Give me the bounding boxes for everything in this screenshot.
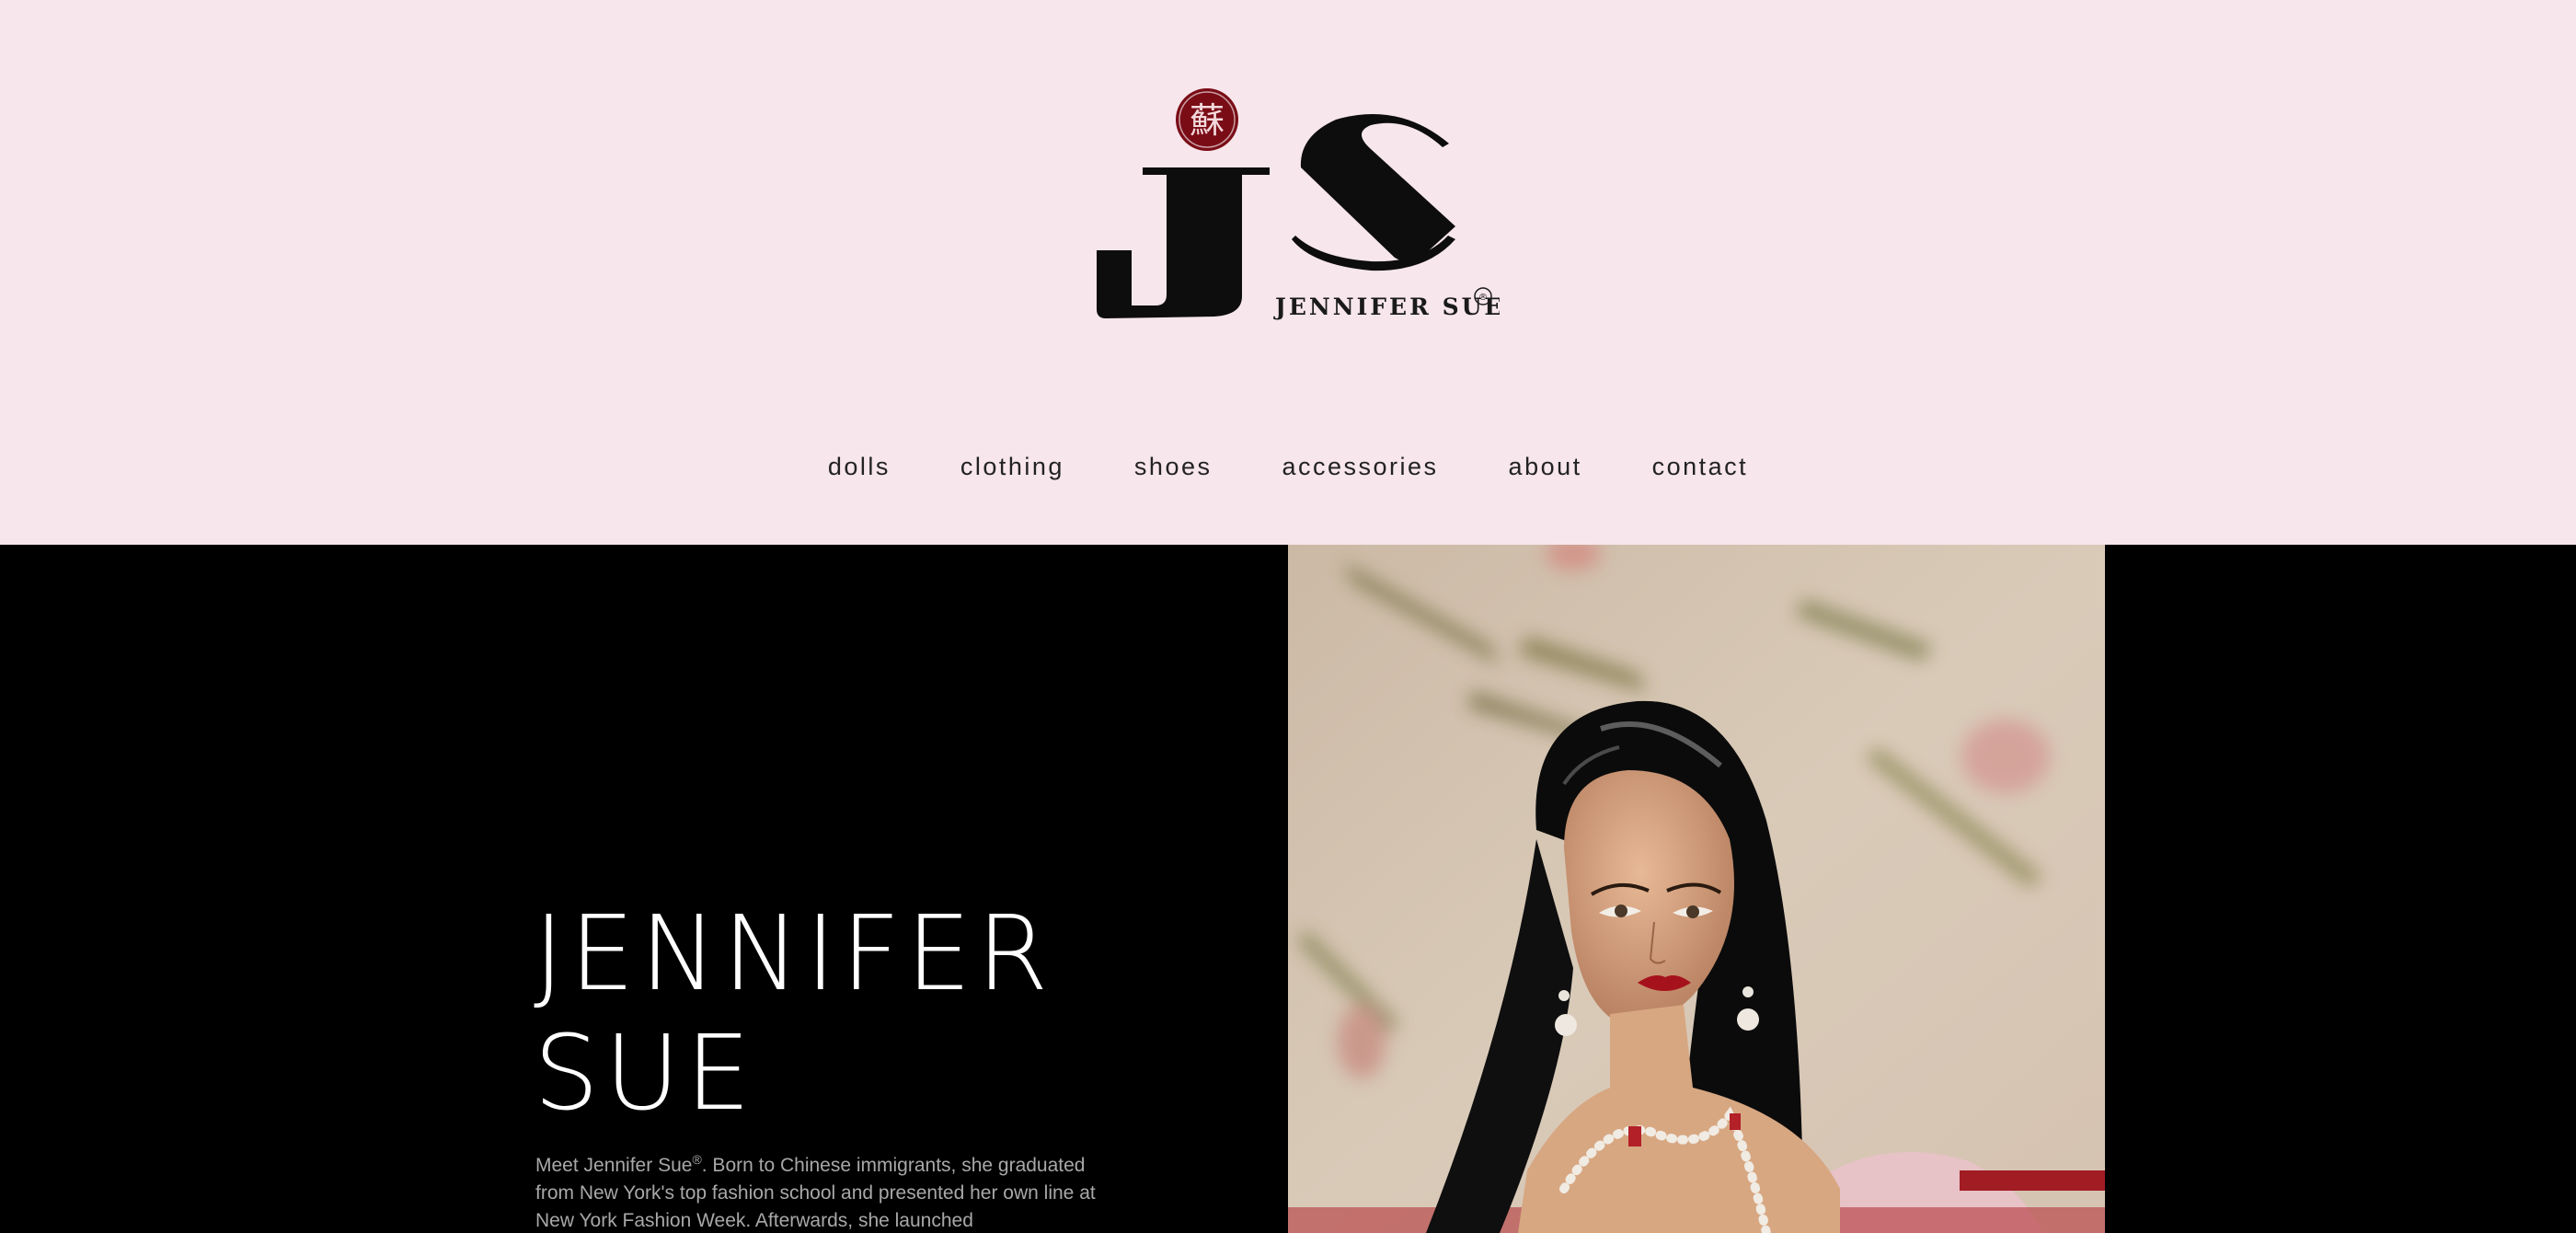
nav-item-shoes[interactable]: shoes [1099, 446, 1248, 487]
nav-item-accessories[interactable]: accessories [1247, 446, 1473, 487]
seal-text: 蘇 [1190, 100, 1225, 141]
hero-title: JENNIFER SUE [534, 894, 1178, 1134]
hero-intro-text: Meet Jennifer Sue®. Born to Chinese immi… [535, 1152, 1115, 1233]
hero-section: JENNIFER SUE Meet Jennifer Sue®. Born to… [0, 545, 2576, 1233]
page: 蘇 JENNIFER SUE ® dolls clothing shoes ac… [0, 0, 2576, 1233]
nav-item-contact[interactable]: contact [1617, 446, 1784, 487]
brand-logo[interactable]: 蘇 JENNIFER SUE ® [1095, 83, 1500, 331]
intro-before: Meet Jennifer Sue [535, 1155, 693, 1176]
js-logo-icon: 蘇 JENNIFER SUE ® [1097, 88, 1500, 320]
main-nav: dolls clothing shoes accessories about c… [0, 446, 2576, 487]
registered-mark: ® [1478, 293, 1488, 303]
intro-registered: ® [692, 1152, 702, 1167]
nav-item-clothing[interactable]: clothing [926, 446, 1099, 487]
doll-portrait-photo [1288, 545, 2105, 1233]
site-header: 蘇 JENNIFER SUE ® dolls clothing shoes ac… [0, 0, 2576, 545]
logo-wordmark: JENNIFER SUE [1273, 294, 1500, 320]
hero-title-line2: SUE [534, 1014, 756, 1134]
nav-item-about[interactable]: about [1474, 446, 1617, 487]
nav-item-dolls[interactable]: dolls [793, 446, 926, 487]
doll-photo-illustration [1288, 545, 2105, 1233]
hero-title-line1: JENNIFER [534, 894, 1054, 1014]
